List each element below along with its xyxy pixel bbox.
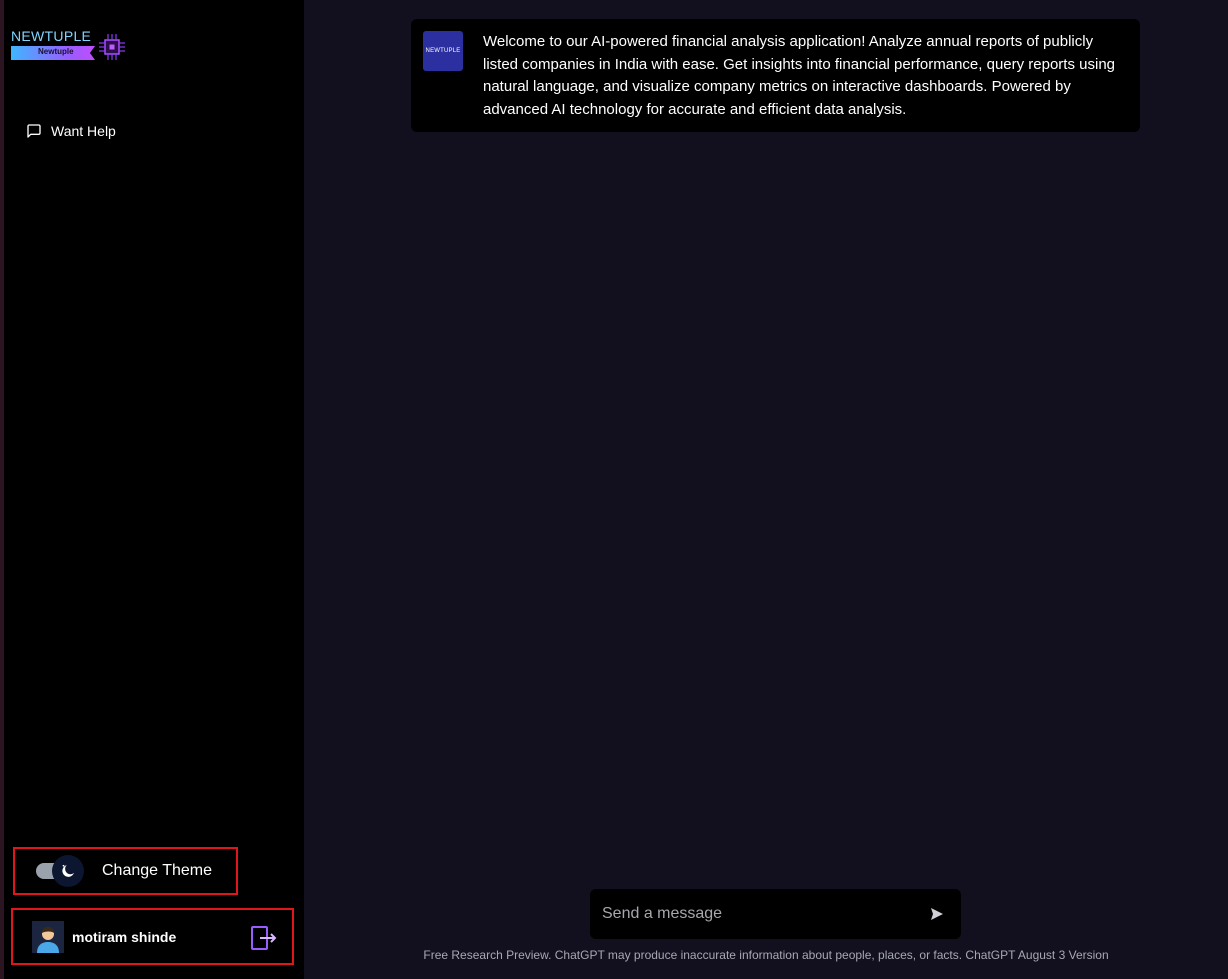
user-name: motiram shinde [72,928,177,945]
welcome-message-text: Welcome to our AI-powered financial anal… [483,33,1115,118]
logout-icon[interactable] [250,924,278,952]
toggle-knob [52,855,84,887]
user-profile-row: motiram shinde [11,908,294,965]
message-input[interactable] [590,889,917,939]
sidebar-item-label: Want Help [51,123,116,139]
welcome-message-card: NEWTUPLE Welcome to our AI-powered finan… [411,19,1140,132]
theme-toggle-switch[interactable] [36,855,86,887]
user-avatar-icon [37,926,59,953]
chip-icon [99,34,125,60]
sidebar: NEWTUPLE Newtuple Want Help Change Theme… [4,0,304,979]
avatar[interactable] [32,920,64,953]
bot-avatar-label: NEWTUPLE [425,48,461,54]
brand-logo: NEWTUPLE Newtuple [11,28,127,64]
message-square-icon [27,124,41,138]
moon-icon [62,864,74,877]
sidebar-item-want-help[interactable]: Want Help [26,118,286,144]
footer-disclaimer: Free Research Preview. ChatGPT may produ… [423,948,1109,962]
theme-toggle-label: Change Theme [102,862,212,879]
send-icon [931,908,943,920]
send-button[interactable] [917,894,957,934]
bot-avatar: NEWTUPLE [423,31,463,71]
theme-toggle-row: Change Theme [13,847,238,895]
brand-subname: Newtuple [38,47,74,56]
message-composer [590,889,961,939]
brand-name: NEWTUPLE [11,28,92,44]
